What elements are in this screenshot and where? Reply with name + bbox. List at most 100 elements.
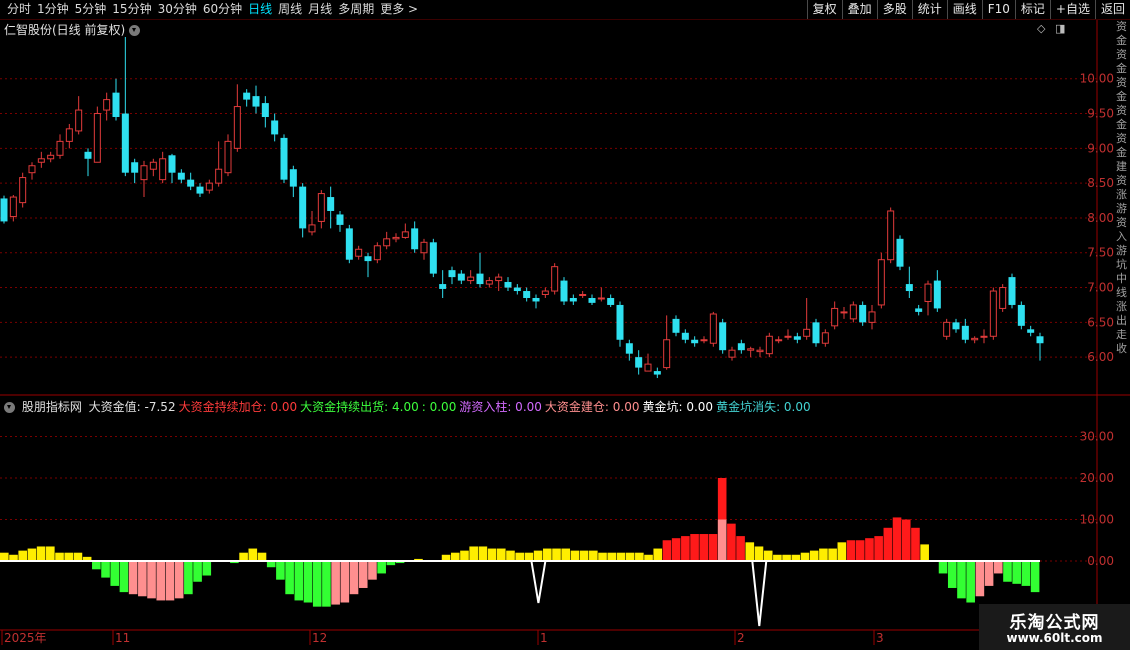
indicator-tick-label: 10.00 bbox=[1080, 513, 1114, 527]
candle-body-down bbox=[476, 273, 484, 285]
gold-pit-marker bbox=[530, 560, 547, 604]
candle-body-up bbox=[401, 231, 409, 238]
right-side-strip: 资金资金资金资金资金建资涨游资入游坑中线涨出走收 bbox=[1116, 20, 1127, 355]
candle-body-down bbox=[812, 322, 820, 344]
candle-body-down bbox=[411, 228, 419, 250]
chevron-down-icon[interactable] bbox=[129, 25, 141, 36]
candle-body-up bbox=[541, 290, 549, 296]
histogram-bar bbox=[625, 552, 635, 561]
candle-body-up bbox=[803, 328, 811, 337]
candle-body-down bbox=[523, 291, 531, 298]
indicator-tick-label: 30.00 bbox=[1080, 430, 1114, 444]
histogram-bar bbox=[846, 540, 856, 561]
histogram-bar bbox=[819, 548, 828, 561]
histogram-bar bbox=[303, 561, 313, 603]
candle-body-down bbox=[961, 325, 969, 340]
indicator-item-5: 大资金建仓: 0.00 bbox=[544, 400, 640, 414]
histogram-bar bbox=[340, 561, 350, 603]
histogram-bar bbox=[276, 561, 285, 580]
histogram-bar bbox=[92, 561, 101, 570]
histogram-bar bbox=[589, 550, 598, 561]
candle-body-down bbox=[196, 186, 204, 194]
candle-body-up bbox=[887, 210, 895, 261]
maximize-icon[interactable]: ◨ bbox=[1055, 22, 1065, 35]
histogram-bar bbox=[285, 561, 294, 595]
candle-body-down bbox=[905, 284, 913, 292]
candle-body-up bbox=[420, 241, 428, 254]
candle-body-down bbox=[429, 242, 437, 274]
histogram-bar bbox=[377, 561, 386, 574]
watermark-url: www.60lt.com bbox=[1006, 631, 1103, 645]
histogram-bar bbox=[938, 561, 948, 574]
candle-body-up bbox=[224, 140, 232, 174]
price-tick-label: 9.00 bbox=[1087, 141, 1114, 155]
candle-body-up bbox=[159, 158, 167, 181]
candle-body-up bbox=[467, 276, 475, 282]
histogram-bar bbox=[708, 534, 718, 561]
histogram-bar bbox=[460, 550, 469, 561]
histogram-bar bbox=[18, 550, 28, 561]
histogram-bar bbox=[570, 550, 580, 561]
candle-body-up bbox=[485, 280, 493, 285]
histogram-bar bbox=[984, 561, 994, 586]
candle-body-down bbox=[345, 228, 353, 260]
candle-body-up bbox=[37, 158, 45, 163]
candle-body-down bbox=[121, 113, 129, 173]
candle-body-up bbox=[999, 287, 1007, 309]
histogram-bar bbox=[46, 546, 55, 561]
candle-body-up bbox=[765, 335, 773, 355]
date-label: 2025年 bbox=[4, 631, 47, 645]
histogram-bar bbox=[349, 561, 359, 595]
price-tick-label: 9.50 bbox=[1087, 107, 1114, 121]
candle-body-up bbox=[392, 236, 400, 240]
watermark-title: 乐淘公式网 bbox=[1009, 613, 1100, 633]
candle-body-up bbox=[868, 311, 876, 323]
candle-body-up bbox=[849, 304, 857, 320]
histogram-bar bbox=[901, 519, 911, 561]
histogram-bar bbox=[322, 561, 331, 607]
candle-body-down bbox=[243, 92, 251, 100]
candle-body-up bbox=[989, 290, 997, 337]
candle-body-down bbox=[691, 339, 699, 344]
histogram-bar bbox=[966, 561, 975, 603]
candle-body-up bbox=[728, 349, 736, 358]
histogram-bar bbox=[957, 561, 966, 599]
candle-body-down bbox=[569, 297, 577, 302]
candle-body-down bbox=[439, 284, 447, 289]
histogram-bar bbox=[681, 536, 690, 561]
histogram-bar bbox=[883, 527, 893, 561]
candle-body-up bbox=[355, 248, 363, 257]
histogram-bar-overlay bbox=[717, 519, 727, 561]
histogram-bar bbox=[64, 552, 74, 561]
candle-body-up bbox=[747, 348, 755, 351]
candle-body-up bbox=[971, 337, 979, 341]
histogram-bar bbox=[478, 546, 488, 561]
histogram-bar bbox=[487, 548, 497, 561]
candle-body-down bbox=[653, 371, 661, 375]
histogram-bar bbox=[662, 540, 672, 561]
histogram-bar bbox=[607, 552, 617, 561]
candle-body-down bbox=[616, 304, 624, 340]
indicator-name: 股朋指标网 bbox=[21, 400, 82, 414]
histogram-bar bbox=[257, 552, 267, 561]
histogram-bar bbox=[36, 546, 46, 561]
histogram-bar bbox=[496, 548, 506, 561]
candle-body-down bbox=[299, 186, 307, 229]
histogram-bar bbox=[358, 561, 368, 588]
histogram-bar bbox=[110, 561, 120, 586]
histogram-bar bbox=[248, 548, 258, 561]
histogram-bar bbox=[920, 544, 929, 561]
histogram-bar bbox=[1012, 561, 1021, 584]
candle-body-up bbox=[943, 321, 951, 337]
histogram-bar bbox=[55, 552, 64, 561]
candle-body-down bbox=[289, 169, 297, 187]
date-label: 1 bbox=[540, 631, 548, 645]
diamond-icon[interactable]: ◇ bbox=[1037, 22, 1045, 35]
indicator-tick-label: 0.00 bbox=[1087, 554, 1114, 568]
histogram-bar bbox=[800, 552, 810, 561]
candle-body-up bbox=[924, 283, 932, 302]
candle-body-up bbox=[784, 335, 792, 338]
candle-body-down bbox=[896, 238, 904, 267]
candle-body-down bbox=[915, 308, 923, 312]
chevron-down-icon[interactable] bbox=[4, 402, 15, 413]
